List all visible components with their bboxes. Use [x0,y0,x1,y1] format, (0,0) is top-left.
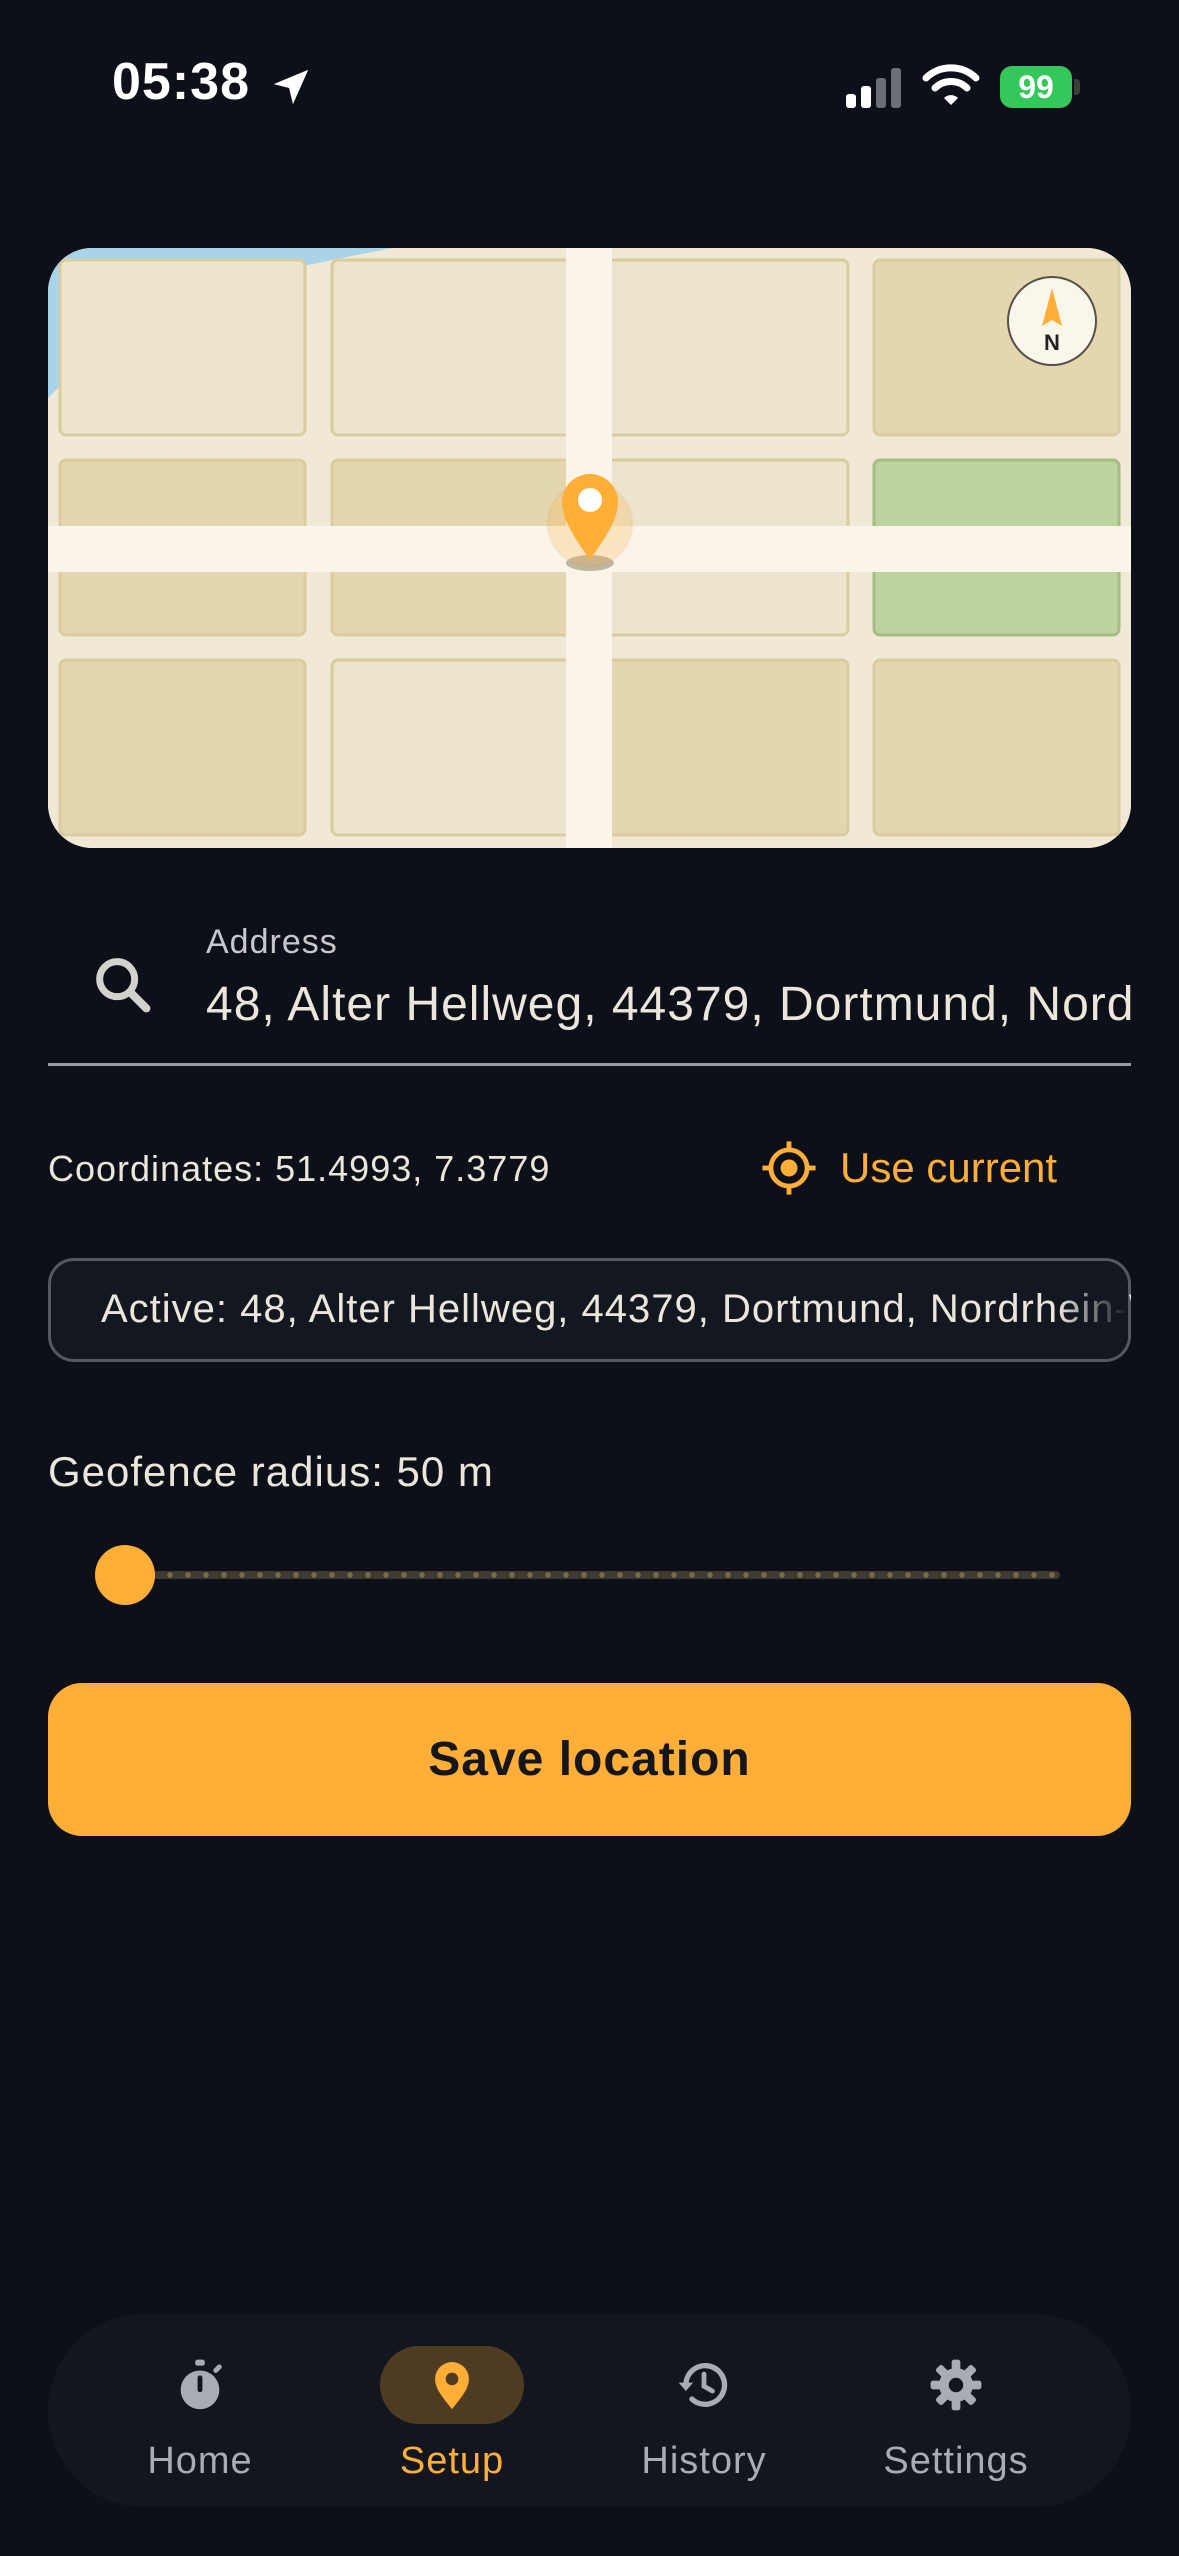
nav-item-setup[interactable]: Setup [337,2314,567,2507]
stopwatch-icon [180,2359,222,2410]
compass-icon[interactable]: N [1007,276,1097,366]
battery-charging-icon: 99 [1000,66,1080,108]
use-current-label: Use current [840,1144,1058,1191]
status-time: 05:38 [112,53,250,111]
location-arrow-icon [273,69,309,105]
map-view[interactable]: N [48,248,1131,848]
crosshair-icon [762,1141,816,1195]
address-input[interactable]: 48, Alter Hellweg, 44379, Dortmund, Nord… [206,977,1131,1032]
location-pin-icon [435,2362,469,2410]
wifi-icon [922,64,980,105]
geofence-radius-slider[interactable] [95,1545,1060,1605]
active-location-text: Active: 48, Alter Hellweg, 44379, Dortmu… [101,1287,1131,1331]
address-label: Address [206,923,338,961]
nav-item-home[interactable]: Home [85,2314,315,2507]
battery-level: 99 [1000,66,1072,108]
nav-item-settings[interactable]: Settings [841,2314,1071,2507]
search-icon [96,958,151,1013]
nav-label-home: Home [147,2440,253,2482]
cellular-signal-icon [846,68,901,108]
slider-thumb[interactable] [95,1545,155,1605]
coordinates-text: Coordinates: 51.4993, 7.3779 [48,1148,551,1189]
compass-label: N [1044,330,1060,355]
nav-label-settings: Settings [883,2440,1029,2482]
location-pin-icon [546,474,634,571]
bottom-nav: Home Setup History Settings [48,2314,1131,2507]
nav-label-history: History [641,2440,767,2482]
active-location-box: Active: 48, Alter Hellweg, 44379, Dortmu… [48,1258,1131,1362]
gear-icon [930,2359,982,2411]
save-location-button[interactable]: Save location [48,1683,1131,1836]
use-current-button[interactable]: Use current [760,1136,1057,1200]
address-field[interactable]: Address 48, Alter Hellweg, 44379, Dortmu… [48,905,1131,1066]
nav-item-history[interactable]: History [589,2314,819,2507]
history-icon [678,2363,728,2407]
geofence-radius-label: Geofence radius: 50 m [48,1448,494,1495]
slider-track[interactable] [125,1571,1060,1579]
nav-label-setup: Setup [399,2440,505,2482]
